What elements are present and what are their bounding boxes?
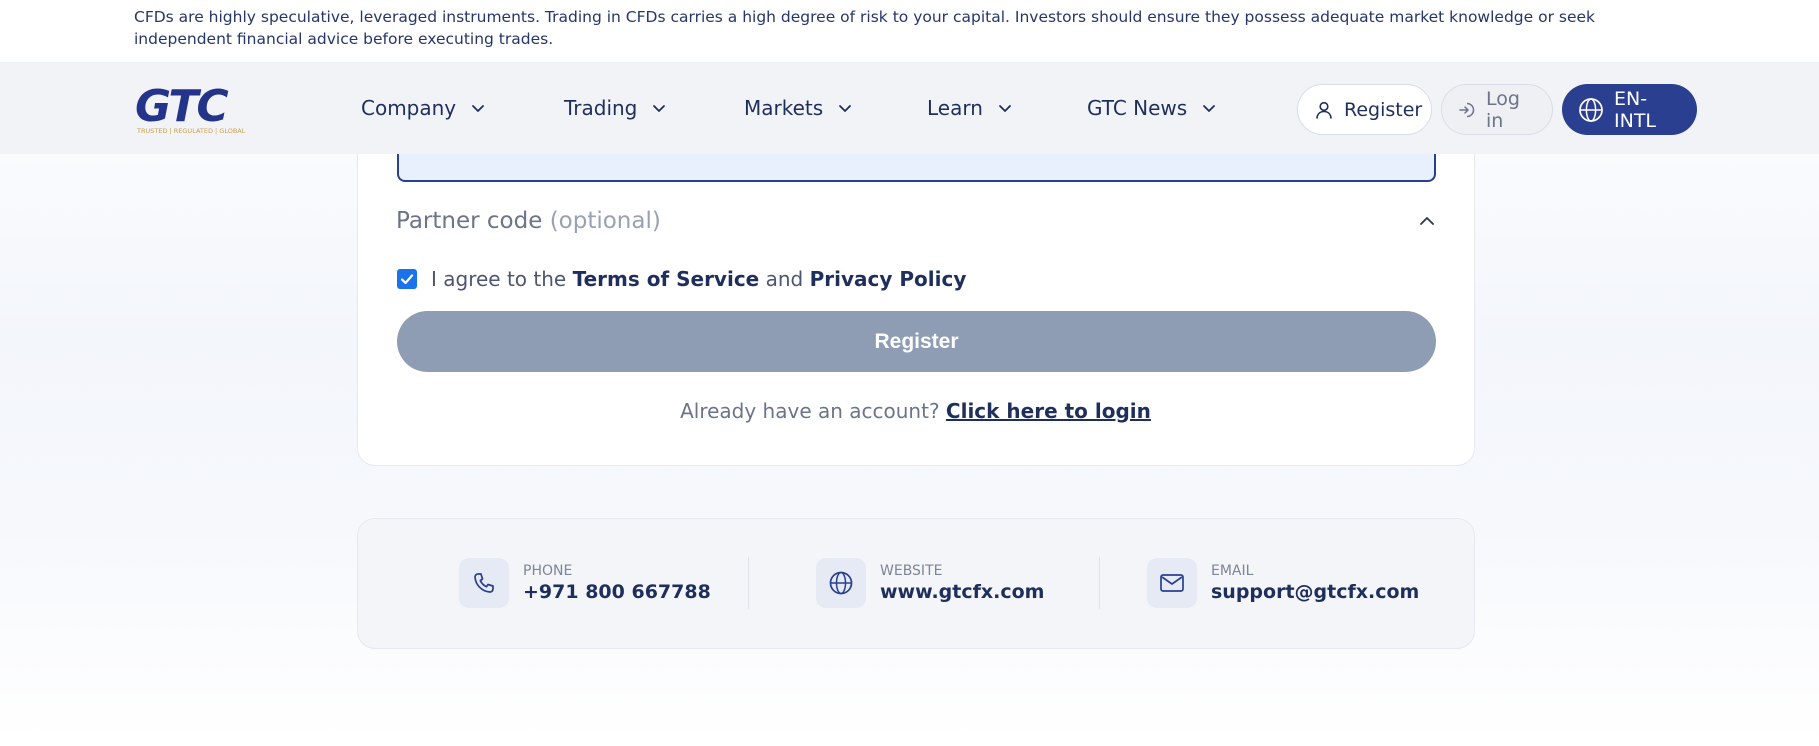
checkmark-icon	[400, 274, 414, 285]
agree-and: and	[765, 267, 804, 291]
risk-warning-text: CFDs are highly speculative, leveraged i…	[134, 8, 1596, 48]
phone-label: PHONE	[523, 563, 573, 579]
terms-agreement: I agree to the Terms of Service and Priv…	[397, 265, 966, 293]
website-value: www.gtcfx.com	[880, 581, 1045, 603]
mail-icon	[1147, 558, 1197, 608]
chevron-down-icon	[472, 105, 485, 112]
chevron-down-icon	[839, 105, 852, 112]
login-icon	[1459, 102, 1475, 117]
nav-gtc-news[interactable]: GTC News	[1087, 93, 1217, 123]
header-register-label: Register	[1344, 98, 1423, 121]
phone-icon	[459, 558, 509, 608]
risk-warning-banner: CFDs are highly speculative, leveraged i…	[0, 0, 1819, 63]
nav-markets[interactable]: Markets	[744, 93, 853, 123]
nav-company[interactable]: Company	[361, 93, 486, 123]
nav-markets-label: Markets	[744, 96, 824, 120]
have-account-text: Already have an account?	[680, 399, 940, 423]
nav-trading[interactable]: Trading	[564, 93, 667, 123]
contact-divider	[1099, 557, 1100, 609]
nav-learn[interactable]: Learn	[927, 93, 1013, 123]
globe-icon	[816, 558, 866, 608]
login-link[interactable]: Click here to login	[946, 399, 1151, 423]
register-submit-button[interactable]: Register	[397, 311, 1436, 372]
agree-prefix: I agree to the	[431, 267, 567, 291]
login-prompt: Already have an account? Click here to l…	[0, 399, 1819, 423]
chevron-down-icon	[999, 105, 1011, 112]
nav-trading-label: Trading	[564, 96, 638, 120]
language-selector-button[interactable]: EN-INTL	[1562, 84, 1697, 135]
email-label: EMAIL	[1211, 563, 1254, 579]
nav-gtc-news-label: GTC News	[1087, 96, 1188, 120]
contact-phone[interactable]: PHONE +971 800 667788	[459, 557, 711, 609]
website-label: WEBSITE	[880, 563, 943, 579]
chevron-down-icon	[653, 105, 666, 112]
partner-code-toggle[interactable]: Partner code (optional)	[396, 205, 1436, 237]
nav-company-label: Company	[361, 96, 457, 120]
logo-text: GTC	[135, 83, 228, 132]
chevron-down-icon	[1203, 105, 1216, 112]
language-label: EN-INTL	[1614, 87, 1657, 132]
site-header: GTC TRUSTED | REGULATED | GLOBAL Company…	[0, 63, 1819, 154]
terms-of-service-link[interactable]: Terms of Service	[573, 267, 760, 291]
contact-divider	[748, 557, 749, 609]
logo-tagline: TRUSTED | REGULATED | GLOBAL	[136, 127, 246, 135]
header-login-label: Log in	[1486, 87, 1520, 132]
user-icon	[1316, 101, 1332, 119]
chevron-up-icon	[1420, 217, 1434, 225]
email-value: support@gtcfx.com	[1211, 581, 1420, 603]
partner-code-label: Partner code (optional)	[396, 208, 661, 234]
contact-website[interactable]: WEBSITE www.gtcfx.com	[816, 557, 1044, 609]
nav-learn-label: Learn	[927, 96, 983, 120]
gtc-logo[interactable]: GTC TRUSTED | REGULATED | GLOBAL	[135, 81, 272, 135]
agree-checkbox[interactable]	[397, 269, 417, 289]
contact-email[interactable]: EMAIL support@gtcfx.com	[1147, 557, 1419, 609]
privacy-policy-link[interactable]: Privacy Policy	[810, 267, 967, 291]
phone-value: +971 800 667788	[523, 581, 711, 603]
header-register-button[interactable]: Register	[1297, 84, 1432, 135]
globe-icon	[1579, 97, 1603, 122]
header-login-button[interactable]: Log in	[1441, 84, 1553, 135]
